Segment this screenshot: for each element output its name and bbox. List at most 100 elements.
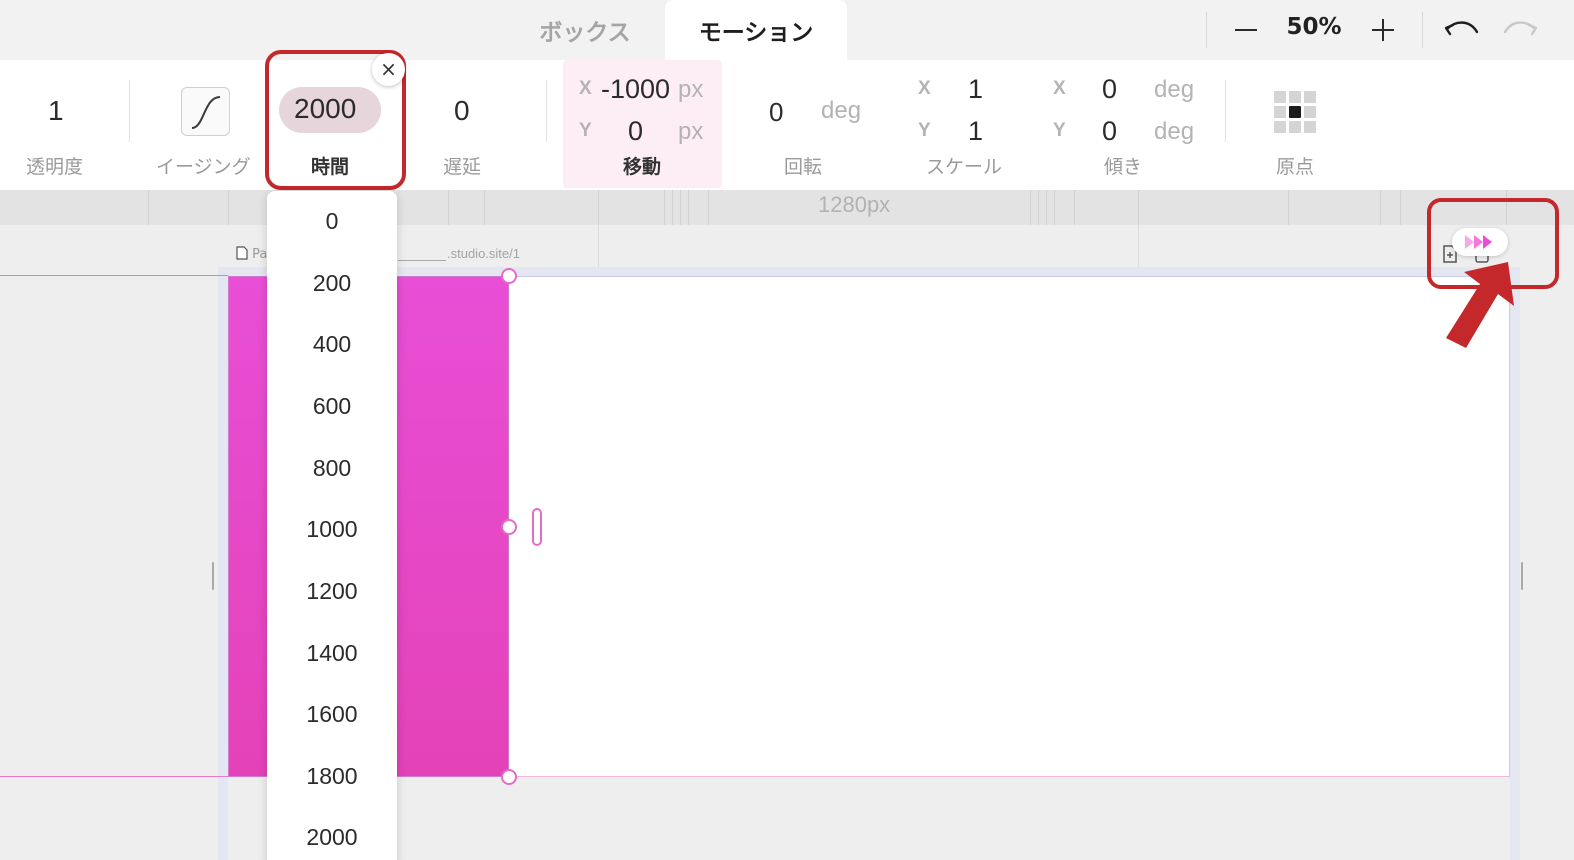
page-url: .studio.site/1 [447,246,520,261]
zoom-in-button[interactable] [1363,10,1403,50]
origin-grid[interactable] [1274,91,1316,133]
page-icon [236,246,248,260]
skew-x-value[interactable]: 0 [1102,74,1117,105]
translate-x-unit: px [678,76,704,103]
ruler-tick [448,190,449,225]
divider [1225,80,1226,142]
plus-icon-stroke [1382,19,1384,41]
origin-cell[interactable] [1274,106,1286,118]
duration-option[interactable]: 1600 [267,701,397,728]
ruler-tick [664,190,665,225]
ruler-tick [1380,190,1381,225]
ruler-tick [598,190,599,225]
duration-option[interactable]: 800 [267,455,397,482]
motion-toolbar: 1 透明度 イージング 2000 時間 0 遅延 X -1000 px Y 0 … [0,60,1574,190]
duration-dropdown[interactable]: 0 200 400 600 800 1000 1200 1400 1600 18… [267,191,397,860]
easing-curve-icon[interactable] [181,87,230,136]
origin-cell[interactable] [1304,106,1316,118]
scale-x-value[interactable]: 1 [968,74,983,105]
duration-option[interactable]: 1000 [267,516,397,543]
url-underline [398,260,446,261]
opacity-property[interactable]: 1 透明度 [0,60,115,190]
rotate-label: 回転 [784,156,823,178]
ruler-tick [1046,190,1047,225]
canvas[interactable]: 1280px Pa .studio.site/1 [0,190,1574,860]
ruler-tick [688,190,689,225]
close-icon[interactable]: × [372,53,405,86]
resize-handle-bottom-right[interactable] [501,769,517,785]
origin-cell[interactable] [1304,121,1316,133]
ruler-tick [1074,190,1075,225]
zoom-out-button[interactable] [1226,10,1266,50]
origin-cell-selected[interactable] [1289,106,1301,118]
ruler-tick [484,190,485,225]
origin-label: 原点 [1276,156,1315,178]
translate-y-unit: px [678,118,704,145]
undo-button[interactable] [1442,12,1482,48]
page-tab[interactable]: Pa [236,246,267,262]
origin-cell[interactable] [1274,121,1286,133]
opacity-label: 透明度 [26,156,84,178]
ruler-tick [228,190,229,225]
translate-x-value[interactable]: -1000 [601,74,670,105]
canvas-width-label: 1280px [818,192,891,217]
translate-y-value[interactable]: 0 [628,116,643,147]
tab-box[interactable]: ボックス [505,0,665,60]
divider [546,80,547,142]
duration-option[interactable]: 1200 [267,578,397,605]
duration-option[interactable]: 200 [267,270,397,297]
origin-cell[interactable] [1274,91,1286,103]
delay-label: 遅延 [443,156,482,178]
ruler-tick [1400,190,1401,225]
ruler-tick [1054,190,1055,225]
minus-icon [1235,29,1257,31]
scale-x-axis: X [918,78,931,99]
preview-motion-button[interactable] [1452,228,1508,256]
ruler-tick [680,190,681,225]
scale-property[interactable]: X 1 Y 1 スケール [905,60,1025,190]
delay-property[interactable]: 0 遅延 [420,60,510,190]
frame-resize-handle-right[interactable] [1521,562,1523,590]
duration-value[interactable]: 2000 [294,93,356,125]
duration-option-selected[interactable]: 2000 [267,824,397,851]
translate-property[interactable]: X -1000 px Y 0 px 移動 [563,60,722,188]
skew-x-axis: X [1053,78,1066,99]
skew-property[interactable]: X 0 deg Y 0 deg 傾き [1040,60,1210,190]
opacity-value[interactable]: 1 [48,95,64,127]
ruler-tick [1038,190,1039,225]
skew-x-unit: deg [1154,76,1195,103]
divider [129,80,130,142]
guide-line [0,776,228,777]
duration-option[interactable]: 1400 [267,640,397,667]
rotate-property[interactable]: 0 deg 回転 [740,60,880,190]
ruler-tick [1030,190,1031,225]
width-ruler: 1280px [0,190,1574,225]
resize-handle-right[interactable] [501,519,517,535]
rotate-value[interactable]: 0 [769,97,783,128]
translate-x-axis: X [579,78,592,99]
origin-cell[interactable] [1289,121,1301,133]
duration-option[interactable]: 600 [267,393,397,420]
page-label: Pa [252,247,268,262]
origin-cell[interactable] [1289,91,1301,103]
play-forward-icon [1465,235,1492,249]
ruler-tick [1288,190,1289,225]
ruler-tick [1506,190,1507,225]
scale-y-value[interactable]: 1 [968,116,983,147]
duration-option[interactable]: 400 [267,331,397,358]
duration-option[interactable]: 0 [267,208,397,235]
redo-icon [1503,21,1538,36]
skew-y-value[interactable]: 0 [1102,116,1117,147]
origin-cell[interactable] [1304,91,1316,103]
resize-handle-top-right[interactable] [501,268,517,284]
guide-line [509,776,1510,777]
delay-value[interactable]: 0 [454,95,470,127]
divider [1206,12,1207,48]
frame-resize-handle-left[interactable] [212,562,214,590]
redo-button[interactable] [1500,12,1540,48]
skew-label: 傾き [1104,156,1143,178]
tab-motion[interactable]: モーション [665,0,847,60]
duration-option[interactable]: 1800 [267,763,397,790]
ruler-tick [148,190,149,225]
gap-resize-grip[interactable] [532,508,542,546]
